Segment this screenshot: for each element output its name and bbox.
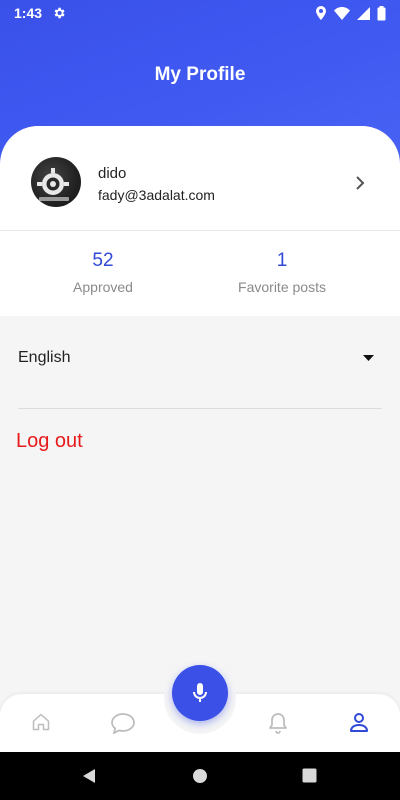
signal-icon [357, 6, 370, 20]
language-select[interactable]: English [18, 340, 382, 376]
recents-icon[interactable] [302, 768, 317, 783]
divider [0, 230, 400, 231]
mic-icon [193, 683, 207, 702]
stat-approved[interactable]: 52 Approved [3, 250, 203, 295]
chat-icon[interactable] [110, 712, 136, 734]
user-email: fady@3adalat.com [98, 187, 215, 203]
stat-approved-value: 52 [92, 250, 114, 271]
avatar-image [37, 168, 69, 201]
language-value: English [18, 349, 71, 366]
back-icon[interactable] [81, 768, 97, 784]
profile-row[interactable]: dido fady@3adalat.com [0, 126, 400, 230]
divider [18, 408, 382, 409]
stat-approved-label: Approved [73, 279, 133, 295]
home-icon[interactable] [31, 712, 51, 732]
settings-gear-icon [54, 7, 65, 19]
profile-card: dido fady@3adalat.com 52 Approved 1 Favo… [0, 126, 400, 316]
wifi-icon [334, 6, 350, 20]
stat-favorite-label: Favorite posts [238, 279, 326, 295]
system-nav-bar [0, 752, 400, 800]
status-icons [315, 5, 386, 21]
person-icon[interactable] [349, 712, 369, 732]
chevron-right-icon[interactable] [355, 176, 365, 190]
location-icon [316, 6, 326, 20]
logout-button[interactable]: Log out [16, 430, 83, 453]
mic-button[interactable] [172, 665, 228, 721]
status-time: 1:43 [14, 5, 43, 21]
status-bar: 1:43 [0, 0, 400, 26]
dropdown-arrow-icon [363, 355, 374, 361]
avatar [31, 157, 81, 207]
stat-favorite-value: 1 [276, 250, 288, 271]
bell-icon[interactable] [268, 712, 288, 734]
stat-favorite-posts[interactable]: 1 Favorite posts [182, 250, 382, 295]
home-system-icon[interactable] [192, 768, 208, 784]
user-name: dido [98, 165, 127, 182]
battery-icon [377, 5, 386, 20]
page-title: My Profile [154, 64, 246, 85]
